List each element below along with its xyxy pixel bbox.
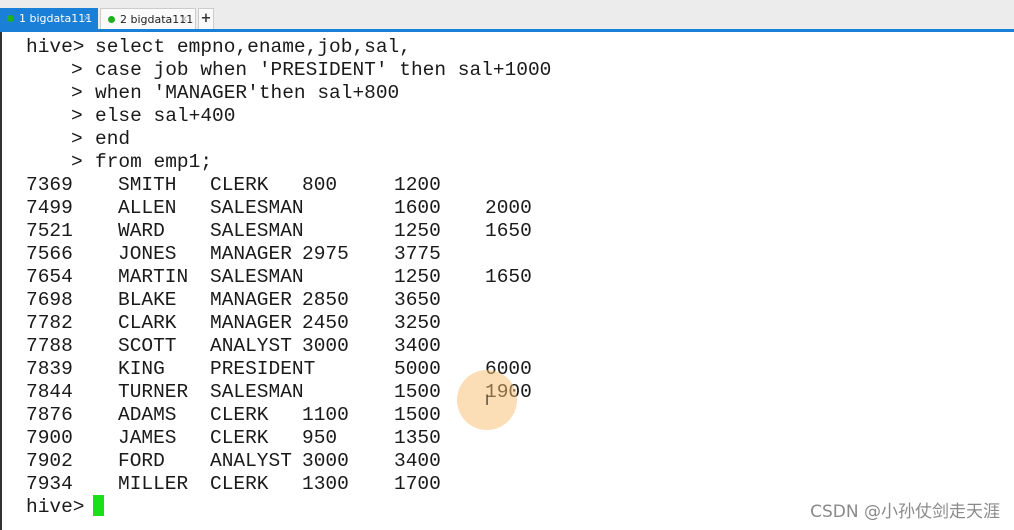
result-cell: ADAMS: [118, 404, 177, 426]
result-cell: 5000: [394, 358, 441, 380]
result-cell: ANALYST: [210, 450, 292, 472]
query-line: from emp1;: [95, 151, 213, 173]
result-cell: 1600: [394, 197, 441, 219]
query-line: else sal+400: [95, 105, 236, 127]
terminal-cursor: [93, 495, 104, 516]
result-cell: 3250: [394, 312, 441, 334]
result-cell: BLAKE: [118, 289, 177, 311]
text-cursor-icon: I: [485, 393, 490, 409]
result-cell: CLERK: [210, 473, 269, 495]
result-cell: 3400: [394, 335, 441, 357]
result-cell: SALESMAN: [210, 381, 304, 403]
result-cell: 2975: [302, 243, 349, 265]
result-cell: 1100: [302, 404, 349, 426]
result-cell: 7499: [26, 197, 73, 219]
query-line: when 'MANAGER'then sal+800: [95, 82, 400, 104]
continuation-prompt: >: [71, 82, 83, 104]
result-cell: 2000: [485, 197, 532, 219]
continuation-prompt: >: [71, 59, 83, 81]
result-cell: 7566: [26, 243, 73, 265]
result-cell: 1500: [394, 404, 441, 426]
result-cell: WARD: [118, 220, 165, 242]
result-cell: 3650: [394, 289, 441, 311]
result-cell: 1700: [394, 473, 441, 495]
result-cell: SCOTT: [118, 335, 177, 357]
tab-label: 1 bigdata111: [19, 12, 93, 25]
result-cell: 950: [302, 427, 338, 449]
result-cell: CLARK: [118, 312, 177, 334]
result-cell: 1300: [302, 473, 349, 495]
prompt: hive>: [26, 496, 85, 518]
add-tab-button[interactable]: +: [198, 8, 214, 29]
result-cell: 2450: [302, 312, 349, 334]
result-cell: MANAGER: [210, 243, 292, 265]
result-cell: CLERK: [210, 427, 269, 449]
result-cell: 7698: [26, 289, 73, 311]
tab-bar: 1 bigdata111 × 2 bigdata111 × +: [0, 0, 1014, 32]
continuation-prompt: >: [71, 105, 83, 127]
result-cell: 800: [302, 174, 338, 196]
result-cell: 3400: [394, 450, 441, 472]
result-cell: JAMES: [118, 427, 177, 449]
result-cell: 7782: [26, 312, 73, 334]
continuation-prompt: >: [71, 151, 83, 173]
result-cell: 2850: [302, 289, 349, 311]
result-cell: SALESMAN: [210, 266, 304, 288]
result-cell: SALESMAN: [210, 197, 304, 219]
result-cell: CLERK: [210, 404, 269, 426]
result-cell: 7839: [26, 358, 73, 380]
result-cell: SALESMAN: [210, 220, 304, 242]
result-cell: ANALYST: [210, 335, 292, 357]
query-line: select empno,ename,job,sal,: [95, 36, 411, 58]
result-cell: ALLEN: [118, 197, 177, 219]
tab-session-1[interactable]: 1 bigdata111 ×: [0, 8, 98, 29]
result-cell: 7369: [26, 174, 73, 196]
result-cell: KING: [118, 358, 165, 380]
result-cell: 1250: [394, 220, 441, 242]
result-cell: 7902: [26, 450, 73, 472]
result-cell: 1250: [394, 266, 441, 288]
result-cell: JONES: [118, 243, 177, 265]
tab-session-2[interactable]: 2 bigdata111 ×: [100, 8, 196, 29]
result-cell: 7654: [26, 266, 73, 288]
result-cell: 7844: [26, 381, 73, 403]
result-cell: MARTIN: [118, 266, 189, 288]
connected-status-icon: [7, 15, 14, 22]
result-cell: 1500: [394, 381, 441, 403]
prompt: hive>: [26, 36, 85, 58]
result-cell: SMITH: [118, 174, 177, 196]
result-cell: TURNER: [118, 381, 189, 403]
result-cell: 7934: [26, 473, 73, 495]
result-cell: 7900: [26, 427, 73, 449]
result-cell: 3775: [394, 243, 441, 265]
result-cell: CLERK: [210, 174, 269, 196]
terminal-output[interactable]: hive> select empno,ename,job,sal, > case jo…: [0, 32, 1014, 530]
query-line: case job when 'PRESIDENT' then sal+1000: [95, 59, 552, 81]
result-cell: 1650: [485, 266, 532, 288]
result-cell: MANAGER: [210, 312, 292, 334]
result-cell: PRESIDENT: [210, 358, 316, 380]
result-cell: 7521: [26, 220, 73, 242]
query-line: end: [95, 128, 131, 150]
result-cell: FORD: [118, 450, 165, 472]
result-cell: 7876: [26, 404, 73, 426]
close-icon[interactable]: ×: [83, 13, 91, 24]
close-icon[interactable]: ×: [180, 14, 188, 25]
result-cell: 1350: [394, 427, 441, 449]
result-cell: MANAGER: [210, 289, 292, 311]
connected-status-icon: [108, 15, 115, 23]
result-cell: 1650: [485, 220, 532, 242]
result-cell: MILLER: [118, 473, 189, 495]
watermark: CSDN @小孙仗剑走天涯: [810, 502, 1000, 522]
result-cell: 7788: [26, 335, 73, 357]
continuation-prompt: >: [71, 128, 83, 150]
result-cell: 1200: [394, 174, 441, 196]
result-cell: 3000: [302, 335, 349, 357]
result-cell: 3000: [302, 450, 349, 472]
